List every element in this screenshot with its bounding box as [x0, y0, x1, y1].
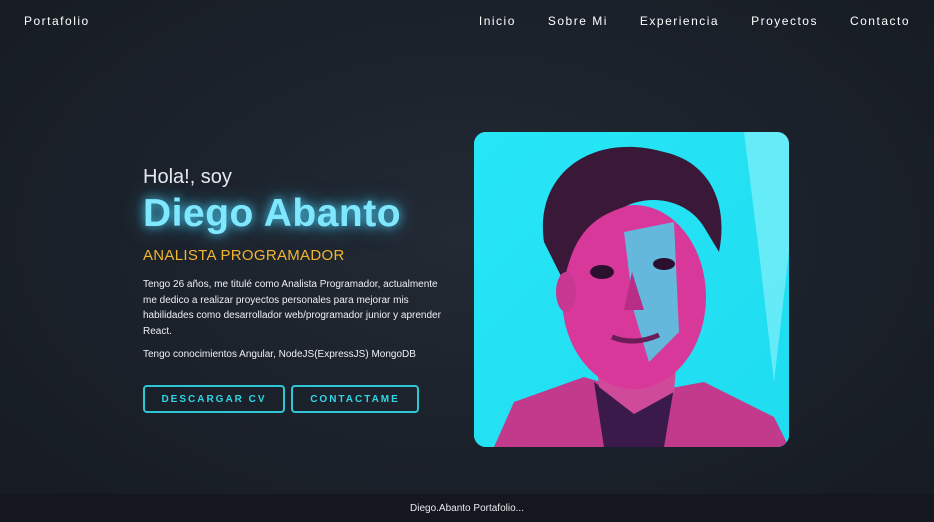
footer: Diego.Abanto Portafolio... — [0, 494, 934, 522]
nav-item-proyectos[interactable]: Proyectos — [751, 14, 818, 28]
greeting-text: Hola!, soy — [143, 166, 232, 188]
hero-buttons: DESCARGAR CV CONTACTAME — [143, 385, 463, 413]
hero-section: Hola!, soy Diego Abanto ANALISTA PROGRAM… — [143, 166, 463, 413]
hero-skills: Tengo conocimientos Angular, NodeJS(Expr… — [143, 349, 416, 360]
hero-name: Diego Abanto — [143, 192, 402, 235]
contact-button[interactable]: CONTACTAME — [291, 385, 419, 413]
hero-role: ANALISTA PROGRAMADOR — [143, 247, 345, 264]
footer-text: Diego.Abanto Portafolio... — [410, 502, 524, 514]
brand-logo[interactable]: Portafolio — [24, 14, 90, 28]
download-cv-button[interactable]: DESCARGAR CV — [143, 385, 285, 413]
nav-menu: Inicio Sobre Mi Experiencia Proyectos Co… — [447, 14, 910, 28]
top-navbar: Portafolio Inicio Sobre Mi Experiencia P… — [0, 0, 934, 42]
nav-item-experiencia[interactable]: Experiencia — [640, 14, 719, 28]
nav-item-inicio[interactable]: Inicio — [479, 14, 516, 28]
nav-item-contacto[interactable]: Contacto — [850, 14, 910, 28]
portrait-illustration — [474, 132, 789, 447]
profile-photo — [474, 132, 789, 447]
hero-description: Tengo 26 años, me titulé como Analista P… — [143, 279, 441, 337]
nav-item-sobre-mi[interactable]: Sobre Mi — [548, 14, 608, 28]
